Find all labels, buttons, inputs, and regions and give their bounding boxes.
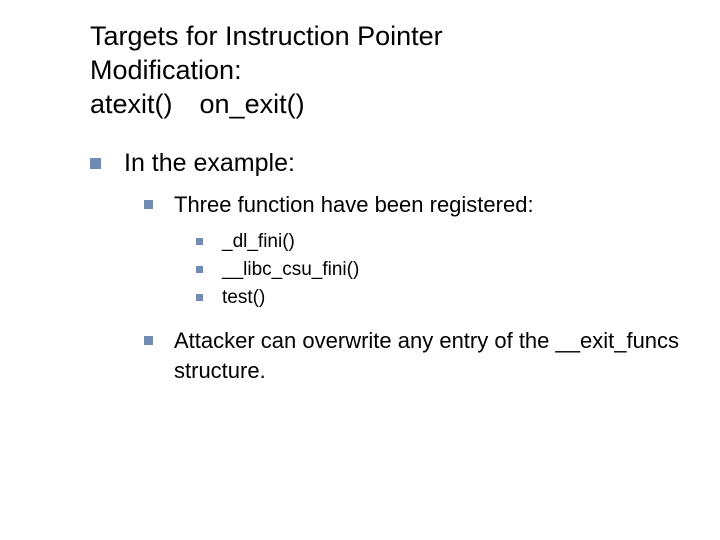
title-line-1: Targets for Instruction Pointer: [90, 21, 443, 51]
bullet-square-icon: [196, 294, 203, 301]
bullet-text: _dl_fini(): [222, 231, 295, 252]
slide-title: Targets for Instruction Pointer Modifica…: [90, 20, 680, 121]
bullet-list-level-2: Three function have been registered: _dl…: [144, 190, 680, 386]
bullet-square-icon: [144, 200, 153, 209]
bullet-square-icon: [90, 158, 101, 169]
slide: Targets for Instruction Pointer Modifica…: [0, 0, 720, 540]
bullet-text: test(): [222, 287, 265, 308]
bullet-text: __libc_csu_fini(): [222, 259, 359, 280]
title-line-3: atexit() on_exit(): [90, 89, 305, 119]
list-item: _dl_fini(): [196, 229, 680, 255]
list-item: Attacker can overwrite any entry of the …: [144, 326, 680, 385]
bullet-square-icon: [196, 266, 203, 273]
bullet-list-level-1: In the example: Three function have been…: [90, 147, 680, 385]
list-item: In the example: Three function have been…: [90, 147, 680, 385]
bullet-text: In the example:: [124, 149, 295, 177]
list-item: Three function have been registered: _dl…: [144, 190, 680, 311]
bullet-square-icon: [144, 336, 153, 345]
list-item: __libc_csu_fini(): [196, 257, 680, 283]
title-line-2: Modification:: [90, 55, 242, 85]
list-item: test(): [196, 285, 680, 311]
bullet-text: Three function have been registered:: [174, 192, 534, 217]
bullet-square-icon: [196, 238, 203, 245]
bullet-list-level-3: _dl_fini() __libc_csu_fini() test(): [196, 229, 680, 310]
bullet-text: Attacker can overwrite any entry of the …: [174, 328, 679, 383]
